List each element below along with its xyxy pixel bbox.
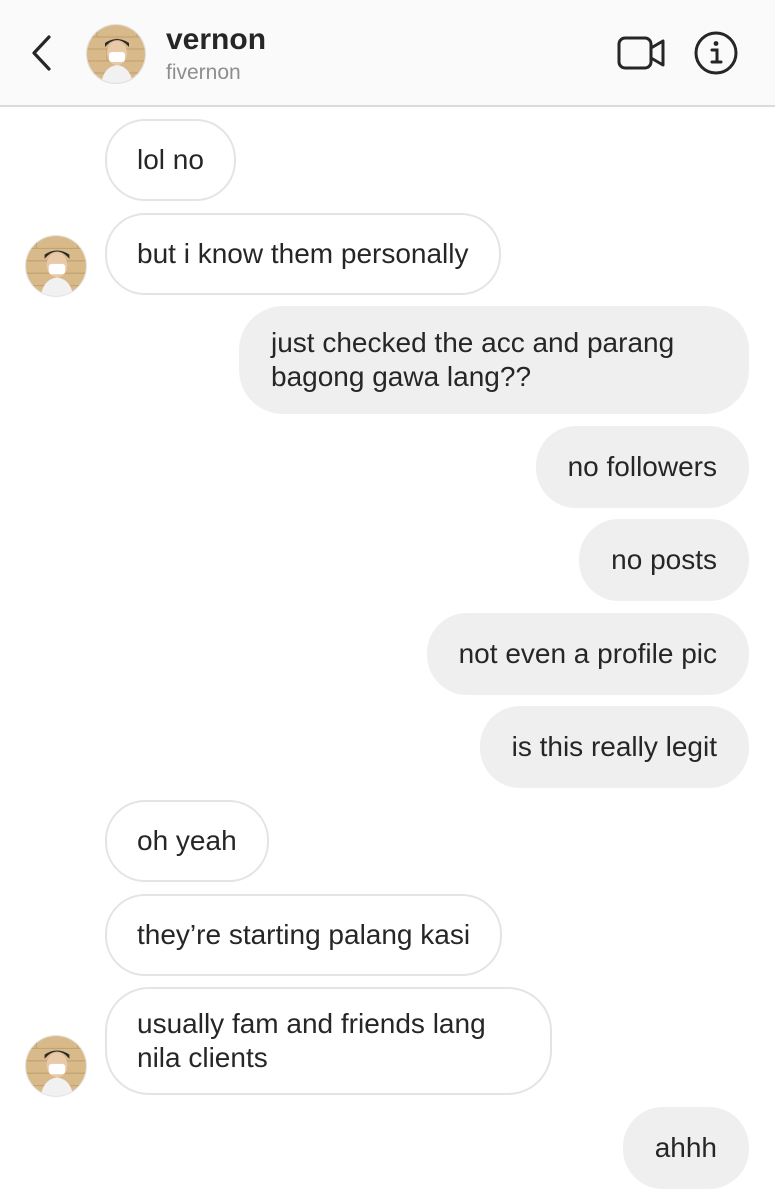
chat-header: vernon fivernon: [0, 0, 775, 107]
message-text: not even a profile pic: [458, 638, 717, 669]
message-bubble-incoming[interactable]: but i know them personally: [105, 213, 501, 295]
message-text: they’re starting palang kasi: [137, 919, 471, 950]
message-bubble-incoming[interactable]: oh yeah: [105, 800, 269, 882]
avatar-photo: [26, 1036, 86, 1096]
message-text: is this really legit: [511, 731, 717, 762]
avatar-photo: [87, 25, 145, 83]
info-icon: [694, 31, 738, 75]
video-call-button[interactable]: [616, 32, 668, 74]
contact-avatar[interactable]: [86, 24, 146, 84]
message-bubble-incoming[interactable]: lol no: [105, 119, 236, 201]
message-bubble-outgoing[interactable]: is this really legit: [479, 706, 749, 788]
message-bubble-outgoing[interactable]: no followers: [535, 426, 749, 508]
back-button[interactable]: [24, 30, 60, 76]
message-text: no posts: [611, 544, 717, 575]
sender-avatar[interactable]: [25, 235, 87, 297]
message-bubble-outgoing[interactable]: not even a profile pic: [426, 613, 749, 695]
message-text: usually fam and friends lang nila client…: [137, 1008, 486, 1073]
info-button[interactable]: [692, 29, 740, 77]
message-bubble-incoming[interactable]: usually fam and friends lang nila client…: [105, 987, 552, 1095]
avatar-photo: [26, 236, 86, 296]
contact-username: fivernon: [166, 61, 241, 84]
message-text: ahhh: [654, 1132, 717, 1163]
message-text: lol no: [137, 144, 204, 175]
sender-avatar[interactable]: [25, 1035, 87, 1097]
message-text: just checked the acc and parang bagong g…: [271, 327, 675, 392]
message-thread[interactable]: lol no but i know them personally just c…: [0, 107, 775, 1200]
message-bubble-incoming[interactable]: they’re starting palang kasi: [105, 894, 503, 976]
chevron-left-icon: [32, 35, 51, 71]
message-bubble-outgoing[interactable]: no posts: [579, 519, 749, 601]
message-bubble-outgoing[interactable]: just checked the acc and parang bagong g…: [239, 306, 749, 414]
message-bubble-outgoing[interactable]: ahhh: [622, 1107, 749, 1189]
contact-name[interactable]: vernon: [166, 22, 266, 58]
message-text: but i know them personally: [137, 238, 469, 269]
video-camera-icon: [617, 36, 665, 70]
message-text: no followers: [567, 451, 717, 482]
message-text: oh yeah: [137, 825, 237, 856]
